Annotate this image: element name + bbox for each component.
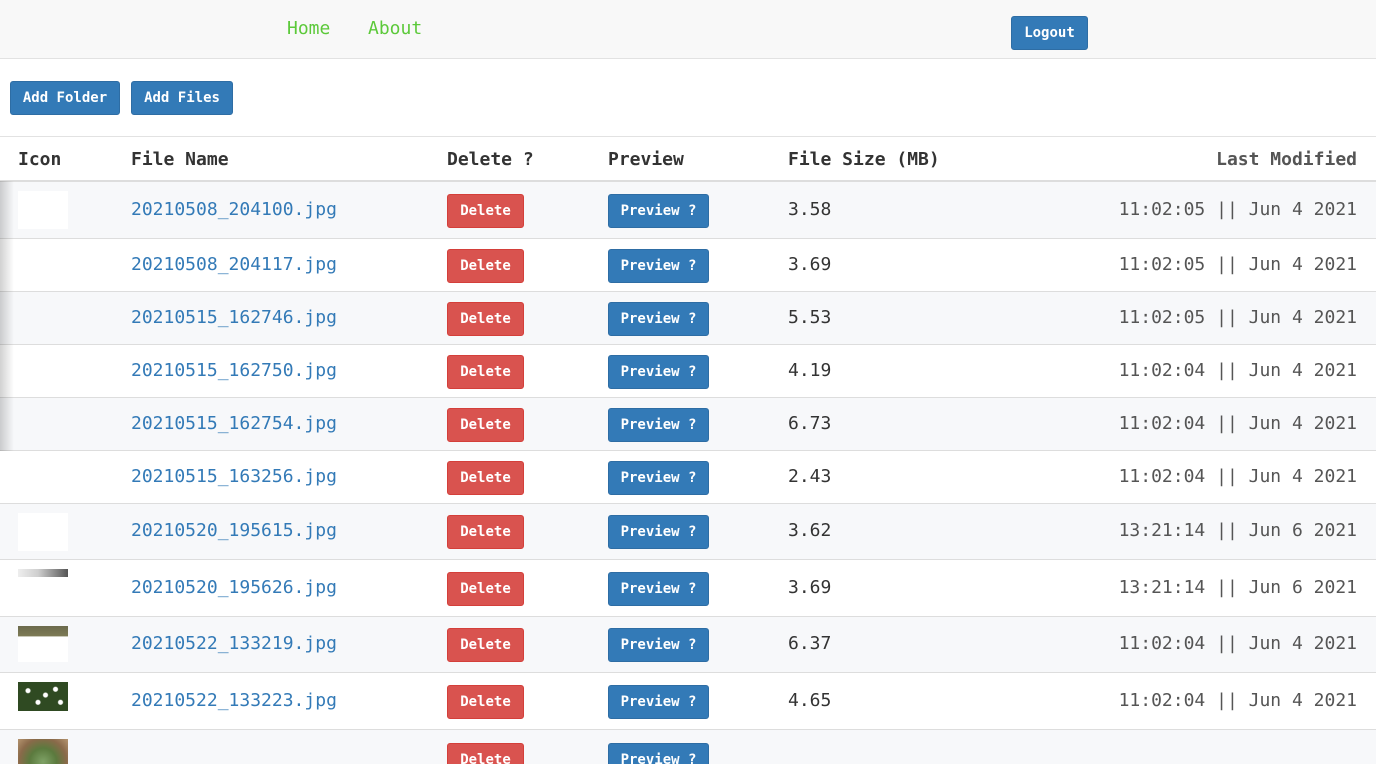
file-size: 6.37	[788, 633, 832, 654]
file-name-link[interactable]: 20210520_195626.jpg	[131, 577, 337, 598]
header-file-size: File Size (MB)	[788, 149, 940, 170]
file-size: 2.43	[788, 466, 832, 487]
file-size: 6.73	[788, 413, 832, 434]
files-table: Icon File Name Delete ? Preview File Siz…	[0, 136, 1376, 764]
nav-about-link[interactable]: About	[368, 18, 422, 39]
file-thumbnail	[18, 345, 68, 383]
file-thumbnail	[18, 739, 68, 764]
preview-button[interactable]: Preview ?	[608, 515, 709, 549]
file-size: 3.69	[788, 254, 832, 275]
logout-button[interactable]: Logout	[1011, 16, 1088, 50]
file-name-link[interactable]: 20210520_195615.jpg	[131, 520, 337, 541]
navbar: Home About Logout	[0, 0, 1376, 59]
file-size: 4.65	[788, 690, 832, 711]
file-size: 3.58	[788, 199, 832, 220]
file-name-link[interactable]: 20210522_133219.jpg	[131, 633, 337, 654]
table-header: Icon File Name Delete ? Preview File Siz…	[0, 137, 1376, 182]
preview-button[interactable]: Preview ?	[608, 628, 709, 662]
file-thumbnail	[18, 626, 68, 662]
file-size: 5.53	[788, 307, 832, 328]
table-row: 20210515_162746.jpg Delete Preview ? 5.53 11…	[0, 292, 1376, 345]
file-thumbnail	[18, 569, 68, 577]
preview-button[interactable]: Preview ?	[608, 302, 709, 336]
preview-button[interactable]: Preview ?	[608, 408, 709, 442]
delete-button[interactable]: Delete	[447, 408, 524, 442]
delete-button[interactable]: Delete	[447, 685, 524, 719]
table-row: 20210520_195626.jpg Delete Preview ? 3.69 13…	[0, 560, 1376, 617]
file-name-link[interactable]: 20210515_162746.jpg	[131, 307, 337, 328]
last-modified: 11:02:04 || Jun 4 2021	[1118, 360, 1357, 381]
file-thumbnail	[18, 513, 68, 551]
header-file-name: File Name	[131, 149, 229, 170]
last-modified: 11:02:05 || Jun 4 2021	[1118, 199, 1357, 220]
file-thumbnail	[18, 682, 68, 711]
file-name-link[interactable]: 20210522_133223.jpg	[131, 690, 337, 711]
file-thumbnail	[18, 239, 68, 277]
delete-button[interactable]: Delete	[447, 355, 524, 389]
file-name-link[interactable]: 20210515_162754.jpg	[131, 413, 337, 434]
preview-button[interactable]: Preview ?	[608, 461, 709, 495]
table-row: 20210515_162750.jpg Delete Preview ? 4.19 11…	[0, 345, 1376, 398]
table-row: 20210515_162754.jpg Delete Preview ? 6.73 11…	[0, 398, 1376, 451]
last-modified: 11:02:05 || Jun 4 2021	[1118, 254, 1357, 275]
file-name-link[interactable]: 20210515_162750.jpg	[131, 360, 337, 381]
file-thumbnail	[18, 451, 68, 489]
table-row: 20210508_204117.jpg Delete Preview ? 3.69 11…	[0, 239, 1376, 292]
header-delete: Delete ?	[447, 149, 534, 170]
file-size: 3.62	[788, 520, 832, 541]
preview-button[interactable]: Preview ?	[608, 249, 709, 283]
last-modified: 13:21:14 || Jun 6 2021	[1118, 520, 1357, 541]
table-row: Delete Preview ?	[0, 730, 1376, 764]
add-files-button[interactable]: Add Files	[131, 81, 233, 115]
delete-button[interactable]: Delete	[447, 194, 524, 228]
header-preview: Preview	[608, 149, 684, 170]
file-size: 4.19	[788, 360, 832, 381]
file-name-link[interactable]: 20210515_163256.jpg	[131, 466, 337, 487]
delete-button[interactable]: Delete	[447, 249, 524, 283]
table-row: 20210522_133219.jpg Delete Preview ? 6.37 11…	[0, 617, 1376, 673]
table-row: 20210522_133223.jpg Delete Preview ? 4.65 11…	[0, 673, 1376, 730]
last-modified: 11:02:04 || Jun 4 2021	[1118, 466, 1357, 487]
table-row: 20210508_204100.jpg Delete Preview ? 3.58 11…	[0, 182, 1376, 239]
file-name-link[interactable]: 20210508_204100.jpg	[131, 199, 337, 220]
last-modified: 11:02:04 || Jun 4 2021	[1118, 690, 1357, 711]
preview-button[interactable]: Preview ?	[608, 572, 709, 606]
table-row: 20210515_163256.jpg Delete Preview ? 2.43 11…	[0, 451, 1376, 504]
file-thumbnail	[18, 398, 68, 436]
preview-button[interactable]: Preview ?	[608, 685, 709, 719]
nav-home-link[interactable]: Home	[287, 18, 330, 39]
preview-button[interactable]: Preview ?	[608, 194, 709, 228]
add-folder-button[interactable]: Add Folder	[10, 81, 120, 115]
file-name-link[interactable]: 20210508_204117.jpg	[131, 254, 337, 275]
delete-button[interactable]: Delete	[447, 515, 524, 549]
file-thumbnail	[18, 191, 68, 229]
last-modified: 11:02:04 || Jun 4 2021	[1118, 413, 1357, 434]
header-last-modified: Last Modified	[1216, 149, 1357, 170]
last-modified: 13:21:14 || Jun 6 2021	[1118, 577, 1357, 598]
delete-button[interactable]: Delete	[447, 572, 524, 606]
last-modified: 11:02:05 || Jun 4 2021	[1118, 307, 1357, 328]
header-icon: Icon	[18, 149, 62, 170]
preview-button[interactable]: Preview ?	[608, 355, 709, 389]
last-modified: 11:02:04 || Jun 4 2021	[1118, 633, 1357, 654]
delete-button[interactable]: Delete	[447, 302, 524, 336]
delete-button[interactable]: Delete	[447, 628, 524, 662]
file-size: 3.69	[788, 577, 832, 598]
table-row: 20210520_195615.jpg Delete Preview ? 3.62 13…	[0, 504, 1376, 560]
preview-button[interactable]: Preview ?	[608, 743, 709, 764]
file-thumbnail	[18, 292, 68, 330]
delete-button[interactable]: Delete	[447, 743, 524, 764]
delete-button[interactable]: Delete	[447, 461, 524, 495]
